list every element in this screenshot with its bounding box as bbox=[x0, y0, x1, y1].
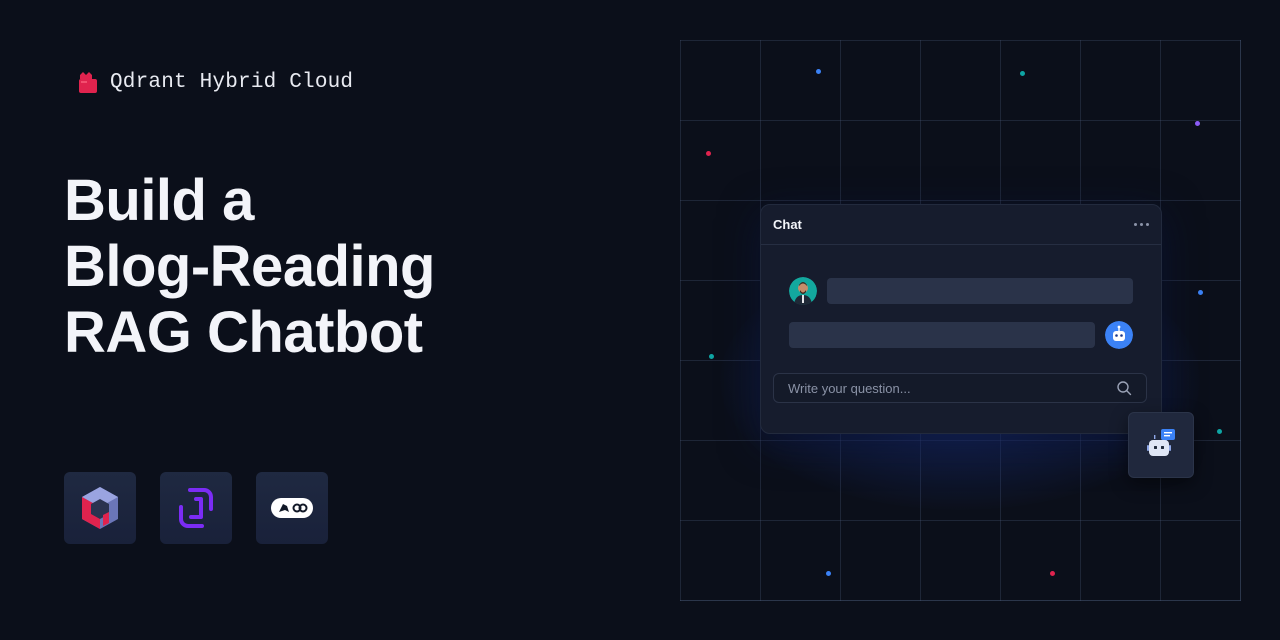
brand-name: Qdrant Hybrid Cloud bbox=[110, 70, 354, 94]
chatbot-icon bbox=[1147, 429, 1175, 456]
user-avatar bbox=[789, 277, 817, 305]
question-input-placeholder: Write your question... bbox=[788, 380, 911, 396]
decor-dot bbox=[1050, 571, 1055, 576]
bot-message-row bbox=[789, 321, 1133, 349]
partner-logos bbox=[64, 472, 328, 544]
brand: Qdrant Hybrid Cloud bbox=[78, 70, 353, 94]
decor-dot bbox=[706, 151, 711, 156]
page-title: Build a Blog-Reading RAG Chatbot bbox=[64, 168, 435, 366]
title-line-2: Blog-Reading bbox=[64, 234, 435, 299]
chat-window: Chat Write your question... bbox=[760, 204, 1162, 434]
chat-title: Chat bbox=[773, 217, 802, 232]
more-horizontal-icon[interactable] bbox=[1134, 223, 1149, 226]
decor-dot bbox=[1020, 71, 1025, 76]
search-icon[interactable] bbox=[1116, 380, 1132, 396]
decor-dot bbox=[1198, 290, 1203, 295]
decor-dot bbox=[816, 69, 821, 74]
chat-header: Chat bbox=[761, 205, 1161, 245]
qdrant-cloud-icon bbox=[79, 72, 97, 93]
user-message-row bbox=[789, 277, 1133, 305]
decor-dot bbox=[826, 571, 831, 576]
decor-dot bbox=[1217, 429, 1222, 434]
question-input[interactable]: Write your question... bbox=[773, 373, 1147, 403]
chatbot-badge bbox=[1128, 412, 1194, 478]
bot-avatar bbox=[1105, 321, 1133, 349]
bot-message-bubble bbox=[789, 322, 1095, 348]
scaleway-logo-icon bbox=[179, 488, 213, 528]
langchain-logo-icon bbox=[271, 498, 313, 518]
scaleway-logo-tile bbox=[160, 472, 232, 544]
title-line-1: Build a bbox=[64, 168, 254, 233]
qdrant-logo-icon bbox=[82, 487, 118, 529]
title-line-3: RAG Chatbot bbox=[64, 300, 423, 365]
decor-dot bbox=[1195, 121, 1200, 126]
decor-dot bbox=[709, 354, 714, 359]
qdrant-logo-tile bbox=[64, 472, 136, 544]
user-message-bubble bbox=[827, 278, 1133, 304]
langchain-logo-tile bbox=[256, 472, 328, 544]
